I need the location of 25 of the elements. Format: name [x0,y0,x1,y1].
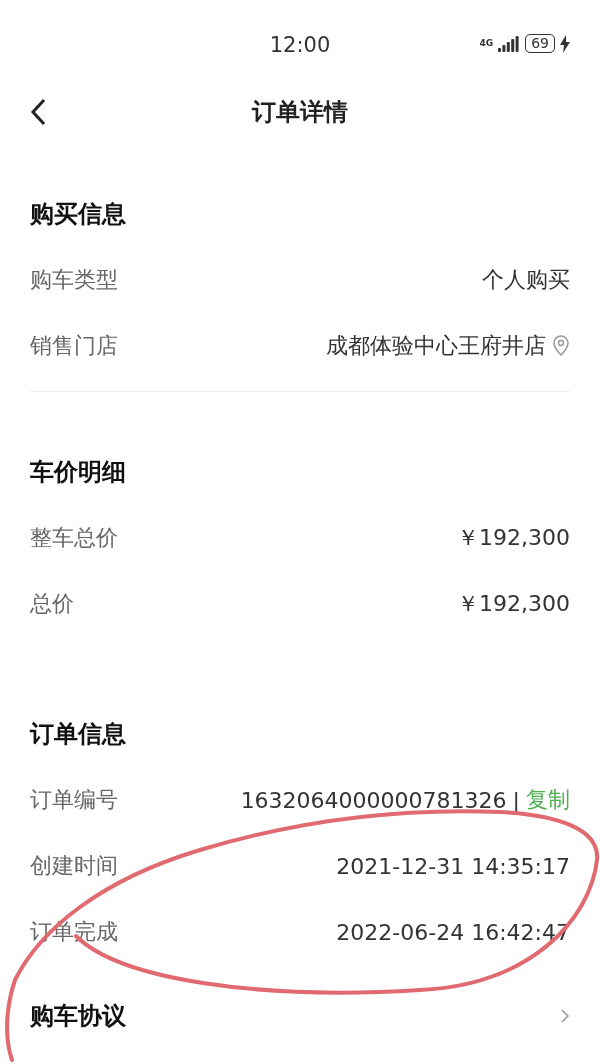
location-pin-icon [552,335,570,357]
battery-level: 69 [525,34,555,53]
separator: | [512,787,520,813]
network-type: 4G [479,39,494,48]
field-label: 销售门店 [30,332,118,360]
field-label: 购车类型 [30,266,118,294]
field-value: 个人购买 [482,266,570,294]
field-value: ￥192,300 [457,590,570,618]
chevron-right-icon[interactable] [560,1008,570,1024]
section-title: 购买信息 [30,199,127,230]
field-value: 1632064000000781326 [240,787,507,813]
field-label: 订单编号 [30,786,118,814]
signal-icon [498,35,521,52]
field-label: 创建时间 [30,852,118,880]
status-time: 12:00 [269,33,331,57]
field-value: ￥192,300 [457,524,570,552]
section-title: 车价明细 [30,457,127,488]
field-label: 总价 [30,590,74,618]
agreement-link[interactable]: 购车协议 [30,1000,126,1032]
section-title: 订单信息 [30,719,127,750]
field-value: 2021-12-31 14:35:17 [336,853,570,879]
field-label: 整车总价 [30,524,118,552]
back-chevron-icon[interactable] [30,98,46,126]
field-value: 成都体验中心王府井店 [326,332,546,360]
page-title: 订单详情 [252,97,348,128]
